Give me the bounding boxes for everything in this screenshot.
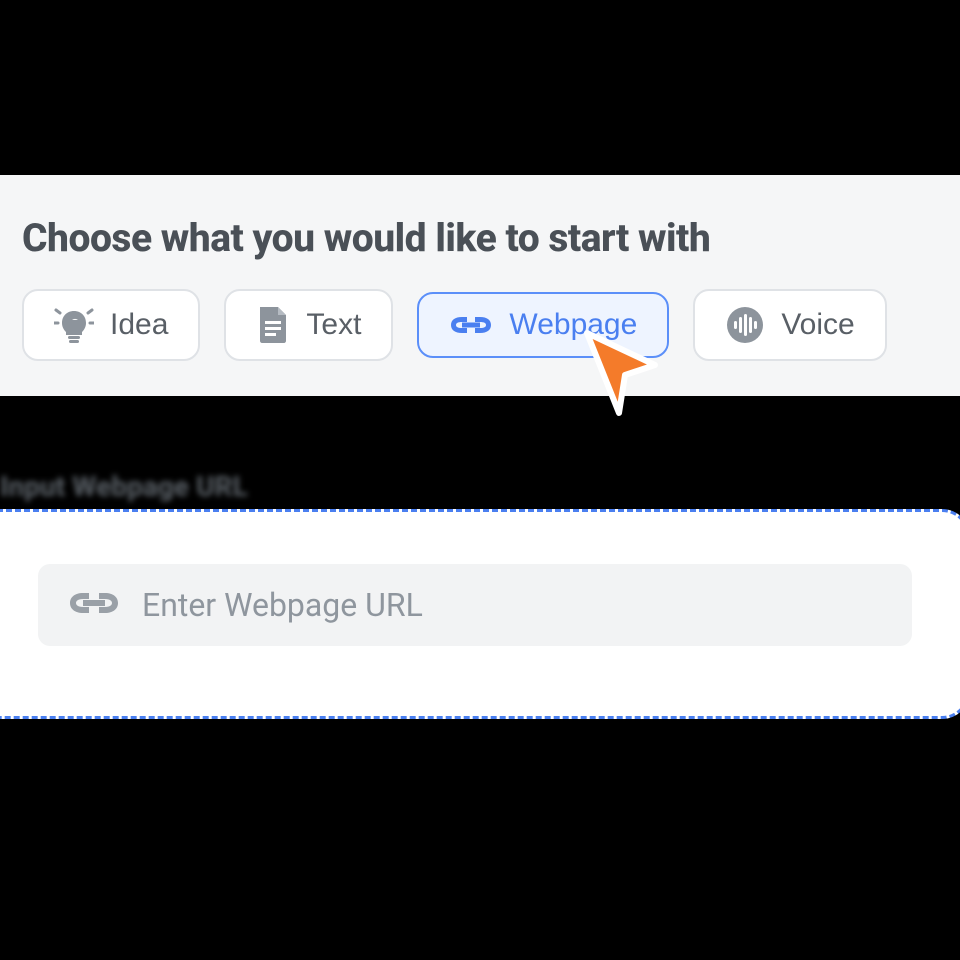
option-label: Voice: [781, 308, 854, 342]
options-row: Idea Text Webp: [22, 289, 960, 361]
option-text[interactable]: Text: [224, 289, 393, 361]
page-title: Choose what you would like to start with: [22, 215, 960, 261]
option-webpage[interactable]: Webpage: [417, 292, 669, 358]
option-label: Idea: [110, 308, 168, 342]
link-icon: [449, 313, 493, 337]
option-label: Webpage: [509, 308, 637, 342]
webpage-input-section: Input Webpage URL Enter Webpage URL: [0, 470, 960, 719]
url-drop-area[interactable]: Enter Webpage URL: [0, 509, 960, 719]
option-label: Text: [306, 308, 361, 342]
link-icon: [68, 589, 120, 621]
document-icon: [256, 305, 290, 345]
lightbulb-icon: [54, 305, 94, 345]
option-idea[interactable]: Idea: [22, 289, 200, 361]
url-input[interactable]: Enter Webpage URL: [38, 564, 912, 646]
url-placeholder: Enter Webpage URL: [142, 586, 423, 624]
section-label: Input Webpage URL: [0, 470, 960, 503]
audio-icon: [725, 305, 765, 345]
option-voice[interactable]: Voice: [693, 289, 886, 361]
start-options-panel: Choose what you would like to start with…: [0, 175, 960, 396]
